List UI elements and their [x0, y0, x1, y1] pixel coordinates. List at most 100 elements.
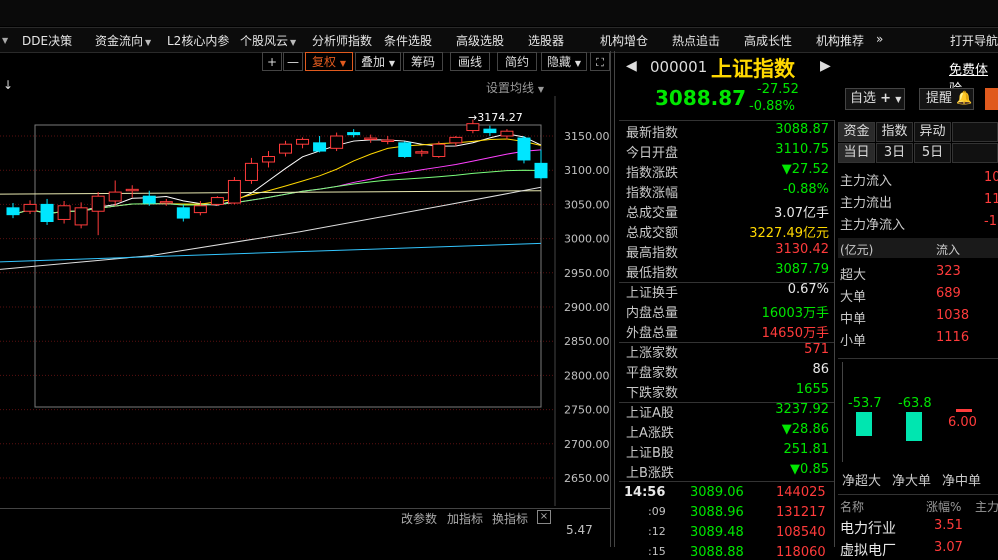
divider — [619, 120, 834, 121]
candle — [364, 137, 378, 140]
flow-bar-value: 6.00 — [948, 415, 977, 430]
sector-pct: 3.51 — [934, 518, 963, 533]
candle — [91, 195, 105, 212]
menu-item-13[interactable]: 打开导航 — [950, 32, 998, 49]
draw-line-button[interactable]: 画线 — [450, 52, 490, 71]
tab-0[interactable]: 资金 — [838, 122, 875, 142]
menu-item-2[interactable]: L2核心内参 — [167, 32, 229, 49]
candle — [210, 197, 224, 205]
current-price: 3088.87 — [655, 86, 747, 110]
buy-button[interactable] — [985, 88, 998, 110]
kline-chart[interactable]: 3150.00 3100.00 3050.00 3000.00 2950.00 2900.… — [0, 96, 610, 547]
sub-divider — [0, 508, 610, 509]
panel-divider[interactable] — [610, 51, 611, 547]
sector-head[interactable]: 主力 — [975, 498, 998, 515]
candle — [466, 123, 480, 132]
candle — [517, 137, 531, 161]
tab-1[interactable]: 指数 — [876, 122, 913, 142]
menu-item-3[interactable]: 个股风云 ▼ — [240, 32, 296, 49]
flow-value: 11 — [984, 192, 998, 207]
price-tick: 2650.00 — [564, 472, 610, 485]
candle — [347, 132, 361, 136]
menu-item-4[interactable]: 分析师指数 — [312, 32, 372, 49]
candle — [142, 195, 156, 204]
menu-item-0[interactable]: DDE决策 — [22, 32, 72, 49]
next-stock-icon[interactable]: ▶ — [820, 58, 831, 74]
sector-head: 名称 — [840, 500, 865, 514]
price-tick: 3000.00 — [564, 233, 610, 246]
params-button[interactable]: 改参数 — [401, 510, 437, 527]
switch-indicator-button[interactable]: 换指标 — [492, 510, 528, 527]
tab-2[interactable]: 异动 — [914, 122, 951, 142]
sector-name[interactable]: 电力行业 — [840, 518, 896, 538]
ma-setting-button[interactable]: 设置均线 ▼ — [486, 79, 544, 96]
zoom-in-button[interactable]: + — [262, 52, 282, 71]
flow-label: 主力流入 — [840, 174, 893, 189]
stat-value: 3087.79 — [775, 262, 829, 277]
stat-label: 上B涨跌 — [626, 466, 674, 481]
size-value: 1116 — [936, 330, 970, 345]
candle — [279, 143, 293, 154]
stock-code: 000001 — [650, 58, 708, 76]
menu-item-11[interactable]: 机构推荐 — [816, 32, 864, 49]
size-label: 大单 — [840, 290, 867, 305]
stat-label: 最低指数 — [626, 266, 679, 281]
stat-value: 16003万手 — [761, 306, 829, 321]
menu-item-10[interactable]: 高成长性 — [744, 32, 792, 49]
candle — [534, 162, 548, 179]
menu-item-8[interactable]: 机构增仓 — [600, 32, 648, 49]
stat-label: 下跌家数 — [626, 386, 679, 401]
stock-name: 上证指数 — [711, 57, 795, 81]
add-indicator-button[interactable]: 加指标 — [447, 510, 483, 527]
menu-item-1[interactable]: 资金流向 ▼ — [95, 32, 151, 49]
candle — [244, 162, 258, 181]
alert-button[interactable]: 提醒 🔔 — [919, 88, 974, 110]
menu-caret-icon[interactable]: ▼ — [2, 36, 8, 45]
stat-value: ▼27.52 — [781, 162, 829, 177]
price-change-pct: -0.88% — [749, 99, 795, 114]
menu-item-9[interactable]: 热点追击 — [672, 32, 720, 49]
tab-extra[interactable] — [952, 122, 998, 142]
tick-volume: 144025 — [776, 485, 826, 500]
period-tab-2[interactable]: 5日 — [914, 143, 951, 163]
period-tab-0[interactable]: 当日 — [838, 143, 875, 163]
flow-bar-label: 净超大 — [842, 474, 882, 489]
simple-button[interactable]: 简约 — [497, 52, 537, 71]
stat-value: 14650万手 — [761, 326, 829, 341]
stat-label: 总成交额 — [626, 226, 679, 241]
menu-item-6[interactable]: 高级选股 — [456, 32, 504, 49]
candle — [23, 203, 37, 212]
menu-item-7[interactable]: 选股器 — [528, 32, 564, 49]
hide-button[interactable]: 隐藏 ▼ — [541, 52, 587, 71]
divider — [619, 481, 834, 482]
candle — [398, 142, 412, 158]
period-tab-1[interactable]: 3日 — [876, 143, 913, 163]
flow-bar — [906, 412, 922, 441]
candle — [381, 139, 395, 142]
sector-name[interactable]: 虚拟电厂 — [840, 540, 896, 560]
sector-head[interactable]: 涨幅% — [926, 498, 961, 515]
arrow-down-icon: ↓ — [3, 78, 14, 92]
overlay-button[interactable]: 叠加 ▼ — [355, 52, 401, 71]
stat-value: 3237.92 — [775, 402, 829, 417]
stat-label: 上证A股 — [626, 406, 674, 421]
period-tab-extra[interactable] — [952, 143, 998, 163]
fuquan-button[interactable]: 复权 ▼ — [305, 52, 353, 71]
candle — [227, 179, 241, 204]
chip-button[interactable]: 筹码 — [403, 52, 443, 71]
menu-item-5[interactable]: 条件选股 — [384, 32, 432, 49]
close-icon[interactable]: × — [537, 510, 551, 524]
zoom-out-button[interactable]: — — [283, 52, 303, 71]
menu-item-12[interactable]: » — [876, 32, 883, 46]
tick-volume: 118060 — [776, 545, 826, 560]
prev-stock-icon[interactable]: ◀ — [626, 58, 637, 74]
divider — [838, 494, 998, 495]
tick-volume: 108540 — [776, 525, 826, 540]
ma-line — [0, 242, 542, 263]
fullscreen-icon[interactable]: ⛶ — [590, 52, 610, 71]
add-watchlist-button[interactable]: 自选 + ▼ — [845, 88, 905, 110]
candle — [6, 207, 20, 216]
stat-value: ▼0.85 — [790, 462, 829, 477]
stat-value: 571 — [804, 342, 829, 357]
stat-label: 最新指数 — [626, 126, 679, 141]
